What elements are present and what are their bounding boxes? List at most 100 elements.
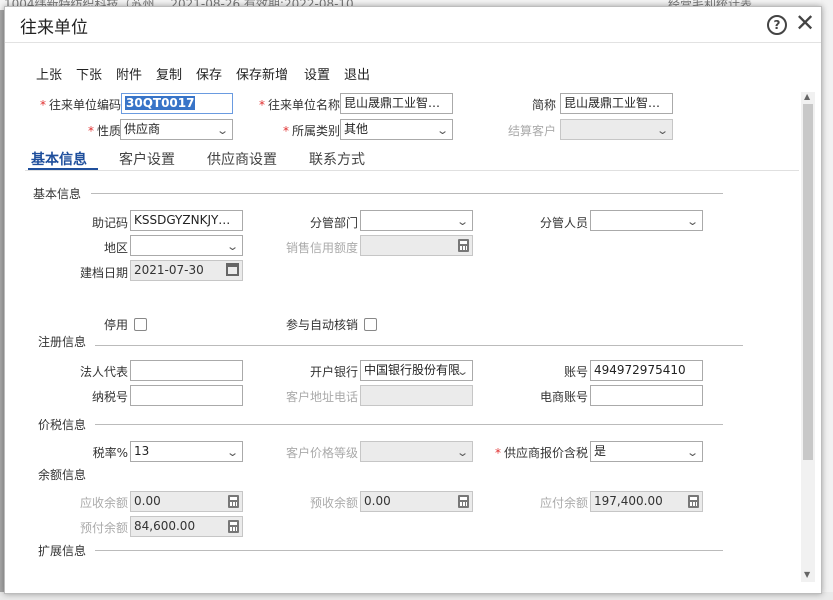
tab-basic-info[interactable]: 基本信息 — [31, 149, 87, 169]
auto-verify-label: 参与自动核销 — [285, 318, 358, 332]
tab-contact[interactable]: 联系方式 — [309, 149, 365, 169]
tax-id-label: 纳税号 — [91, 390, 128, 404]
disabled-label: 停用 — [103, 318, 128, 332]
partner-name-label: * 往来单位名称 — [258, 98, 340, 112]
chevron-down-icon: ⌄ — [455, 215, 469, 228]
short-name-label: 简称 — [531, 98, 556, 112]
tab-divider — [25, 170, 799, 171]
chevron-down-icon: ⌄ — [655, 124, 669, 137]
dept-select[interactable]: ⌄ — [360, 210, 473, 231]
chevron-down-icon: ⌄ — [455, 365, 469, 378]
prereceived-input: 0.00 — [360, 491, 473, 512]
section-pricing: 价税信息 — [38, 418, 87, 432]
receivable-input: 0.00 — [130, 491, 243, 512]
created-date-input[interactable]: 2021-07-30 — [130, 260, 243, 281]
partner-code-value: 30QT0017 — [125, 96, 196, 110]
section-extended: 扩展信息 — [38, 544, 87, 558]
tax-rate-label: 税率% — [92, 446, 128, 460]
customer-address-input — [360, 385, 473, 406]
prepaid-label: 预付余额 — [79, 521, 128, 535]
disabled-checkbox[interactable] — [134, 318, 147, 331]
section-balance: 余额信息 — [38, 468, 87, 482]
settle-customer-label: 结算客户 — [507, 124, 556, 138]
scrollbar-thumb[interactable] — [803, 104, 813, 460]
copy-button[interactable]: 复制 — [156, 64, 182, 83]
receivable-label: 应收余额 — [79, 496, 128, 510]
partner-code-label: * 往来单位编码 — [39, 98, 121, 112]
scroll-up-icon[interactable]: ▲ — [804, 92, 810, 101]
calculator-icon — [228, 495, 239, 508]
section-basic-info: 基本信息 — [33, 187, 82, 201]
account-label: 账号 — [563, 365, 588, 379]
ecom-account-label: 电商账号 — [539, 390, 588, 404]
credit-limit-input — [360, 235, 473, 256]
short-name-input[interactable]: 昆山晟鼎工业智… — [560, 93, 673, 114]
price-level-select: ⌄ — [360, 441, 473, 462]
dept-label: 分管部门 — [309, 216, 358, 230]
prepaid-input: 84,600.00 — [130, 516, 243, 537]
next-record-button[interactable]: 下张 — [76, 64, 102, 83]
partner-code-input[interactable]: 30QT0017 — [121, 93, 233, 114]
payable-label: 应付余额 — [539, 496, 588, 510]
tab-supplier-settings[interactable]: 供应商设置 — [207, 149, 277, 169]
region-select[interactable]: ⌄ — [130, 235, 243, 256]
save-button[interactable]: 保存 — [196, 64, 222, 83]
vertical-scrollbar[interactable]: ▲ ▼ — [801, 92, 815, 582]
bank-label: 开户银行 — [309, 365, 358, 379]
settings-button[interactable]: 设置 — [304, 64, 330, 83]
nature-select[interactable]: 供应商 ⌄ — [120, 119, 233, 140]
chevron-down-icon: ⌄ — [225, 240, 239, 253]
mnemonic-input[interactable]: KSSDGYZNKJY… — [130, 210, 243, 231]
settle-customer-select: ⌄ — [560, 119, 673, 140]
staff-select[interactable]: ⌄ — [590, 210, 703, 231]
chevron-down-icon: ⌄ — [215, 124, 229, 137]
incl-tax-select[interactable]: 是 ⌄ — [590, 441, 703, 462]
payable-input: 197,400.00 — [590, 491, 703, 512]
calendar-icon[interactable] — [226, 263, 239, 276]
calculator-icon — [228, 520, 239, 533]
scroll-down-icon[interactable]: ▼ — [804, 570, 810, 579]
category-label: * 所属类别 — [282, 124, 340, 138]
save-and-new-button[interactable]: 保存新增 — [236, 64, 288, 83]
credit-limit-label: 销售信用额度 — [285, 241, 358, 255]
prev-record-button[interactable]: 上张 — [36, 64, 62, 83]
account-input[interactable]: 494972975410 — [590, 360, 703, 381]
section-divider — [95, 345, 743, 346]
prereceived-label: 预收余额 — [309, 496, 358, 510]
category-select[interactable]: 其他 ⌄ — [340, 119, 453, 140]
chevron-down-icon: ⌄ — [685, 215, 699, 228]
partner-dialog: 往来单位 ? ✕ 上张 下张 附件 复制 保存 保存新增 设置 退出 * 往来单位… — [4, 6, 822, 594]
created-date-label: 建档日期 — [79, 266, 128, 280]
incl-tax-label: * 供应商报价含税 — [494, 446, 588, 460]
section-divider — [95, 424, 723, 425]
close-icon[interactable]: ✕ — [795, 9, 815, 37]
tax-id-input[interactable] — [130, 385, 243, 406]
region-label: 地区 — [103, 241, 128, 255]
bank-select[interactable]: 中国银行股份有限 ⌄ — [360, 360, 473, 381]
ecom-account-input[interactable] — [590, 385, 703, 406]
section-registration: 注册信息 — [38, 335, 87, 349]
exit-button[interactable]: 退出 — [344, 64, 370, 83]
help-icon[interactable]: ? — [767, 15, 787, 35]
dialog-title: 往来单位 — [20, 18, 88, 38]
price-level-label: 客户价格等级 — [285, 446, 358, 460]
staff-label: 分管人员 — [539, 216, 588, 230]
background-right-edge — [821, 0, 833, 600]
calculator-icon — [688, 495, 699, 508]
legal-rep-input[interactable] — [130, 360, 243, 381]
tax-rate-select[interactable]: 13 ⌄ — [130, 441, 243, 462]
tab-customer-settings[interactable]: 客户设置 — [119, 149, 175, 169]
customer-address-label: 客户地址电话 — [285, 390, 358, 404]
partner-name-input[interactable]: 昆山晟鼎工业智… — [340, 93, 453, 114]
chevron-down-icon: ⌄ — [225, 446, 239, 459]
section-divider — [95, 550, 723, 551]
auto-verify-checkbox[interactable] — [364, 318, 377, 331]
legal-rep-label: 法人代表 — [79, 365, 128, 379]
chevron-down-icon: ⌄ — [435, 124, 449, 137]
calculator-icon — [458, 495, 469, 508]
attachment-button[interactable]: 附件 — [116, 64, 142, 83]
chevron-down-icon: ⌄ — [455, 446, 469, 459]
mnemonic-label: 助记码 — [91, 216, 128, 230]
nature-label: * 性质 — [87, 124, 121, 138]
calculator-icon — [458, 239, 469, 252]
